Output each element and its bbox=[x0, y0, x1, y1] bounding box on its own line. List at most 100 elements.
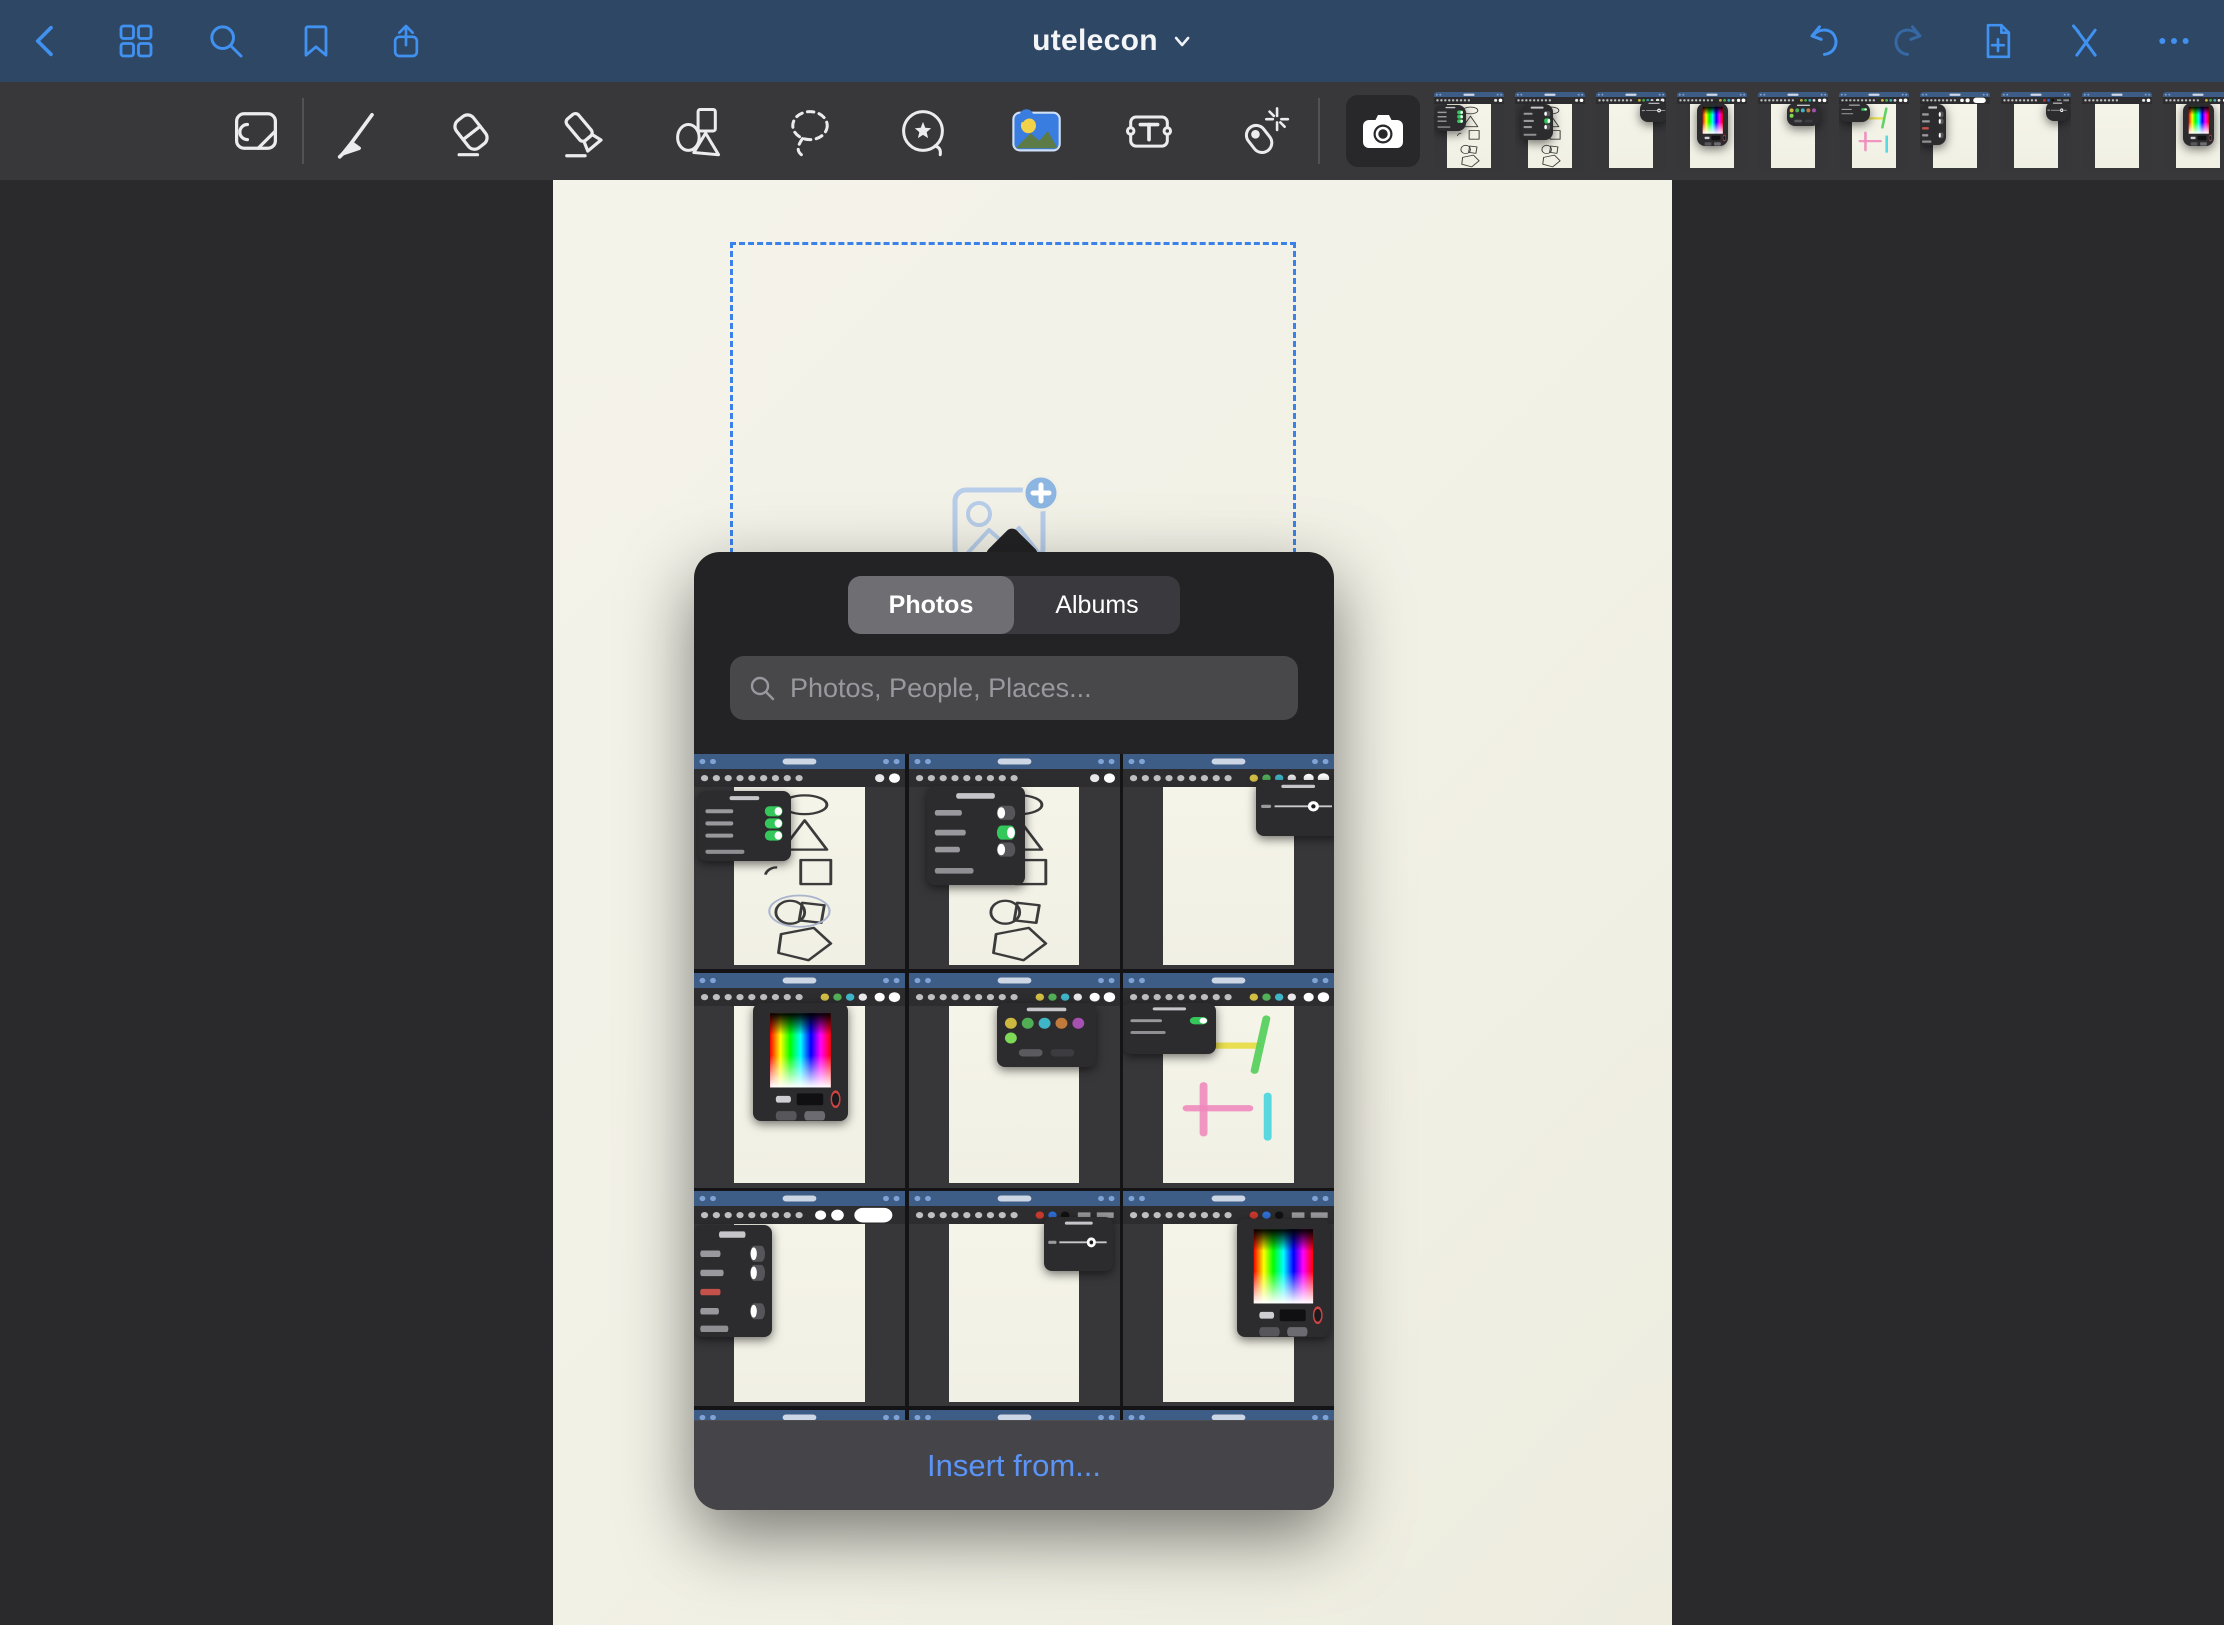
share-button[interactable] bbox=[386, 21, 426, 61]
bookmark-icon bbox=[296, 21, 336, 61]
page-thumbnail-7[interactable] bbox=[1920, 92, 1990, 170]
camera-icon bbox=[1357, 105, 1409, 157]
tool-bar bbox=[0, 82, 2224, 180]
tool-laser-pointer[interactable] bbox=[1234, 103, 1290, 159]
mini-popover-toggle-single bbox=[1839, 103, 1870, 122]
mini-popover-color-grid bbox=[753, 1003, 848, 1121]
shapes-icon bbox=[669, 103, 725, 159]
tools-group bbox=[330, 103, 1290, 159]
mini-screenshot bbox=[1123, 1191, 1334, 1406]
elements-icon bbox=[895, 103, 951, 159]
share-icon bbox=[386, 21, 426, 61]
mini-screenshot bbox=[909, 1191, 1120, 1406]
text-icon bbox=[1121, 103, 1177, 159]
tool-shapes[interactable] bbox=[669, 103, 725, 159]
bookmark-button[interactable] bbox=[296, 21, 336, 61]
photo-thumbnail-1[interactable] bbox=[694, 754, 905, 969]
mini-popover-slider bbox=[2046, 101, 2069, 121]
toolbar-divider bbox=[302, 98, 304, 164]
mini-popover-toggle-single bbox=[1123, 1003, 1216, 1055]
tool-pen[interactable] bbox=[330, 103, 386, 159]
mini-navbar bbox=[1123, 1191, 1334, 1206]
mini-screenshot bbox=[694, 754, 905, 969]
search-input[interactable] bbox=[788, 672, 1280, 705]
photo-thumbnail-3[interactable] bbox=[1123, 754, 1334, 969]
laser-pointer-icon bbox=[1234, 103, 1290, 159]
search-icon bbox=[748, 674, 776, 702]
mini-popover-slider bbox=[1256, 780, 1334, 836]
navbar-left-group bbox=[0, 21, 426, 61]
mini-screenshot bbox=[1434, 92, 1504, 170]
photo-thumbnail-8[interactable] bbox=[909, 1191, 1120, 1406]
tool-text[interactable] bbox=[1121, 103, 1177, 159]
page-thumbnail-4[interactable] bbox=[1677, 92, 1747, 170]
camera-button[interactable] bbox=[1346, 95, 1420, 167]
mini-screenshot bbox=[1123, 754, 1334, 969]
mini-page bbox=[2095, 104, 2138, 168]
page-thumbnail-3[interactable] bbox=[1596, 92, 1666, 170]
page-thumbnail-5[interactable] bbox=[1758, 92, 1828, 170]
back-button[interactable] bbox=[26, 21, 66, 61]
thumbnails-grid-button[interactable] bbox=[116, 21, 156, 61]
mini-popover-color-grid bbox=[1237, 1219, 1330, 1337]
photo-thumbnail-2[interactable] bbox=[909, 754, 1120, 969]
add-page-icon bbox=[1978, 21, 2018, 61]
mini-toolbar bbox=[909, 769, 1120, 787]
chevron-down-icon bbox=[1172, 31, 1192, 51]
tool-lasso[interactable] bbox=[782, 103, 838, 159]
mini-screenshot bbox=[1839, 92, 1909, 170]
insert-from-button[interactable]: Insert from... bbox=[921, 1447, 1107, 1485]
photo-thumbnail-9[interactable] bbox=[1123, 1191, 1334, 1406]
popover-footer: Insert from... bbox=[694, 1420, 1334, 1510]
redo-button[interactable] bbox=[1890, 21, 1930, 61]
document-title-button[interactable]: utelecon bbox=[1032, 0, 1192, 82]
undo-icon bbox=[1802, 21, 1842, 61]
page-thumbnail-1[interactable] bbox=[1434, 92, 1504, 170]
tool-image[interactable] bbox=[1008, 103, 1064, 159]
mini-screenshot bbox=[2001, 92, 2071, 170]
mini-screenshot bbox=[1758, 92, 1828, 170]
add-page-button[interactable] bbox=[1978, 21, 2018, 61]
navbar-right-group bbox=[1802, 21, 2224, 61]
photo-thumbnail-5[interactable] bbox=[909, 973, 1120, 1188]
back-icon bbox=[26, 21, 66, 61]
top-navigation-bar: utelecon bbox=[0, 0, 2224, 82]
redo-icon bbox=[1890, 21, 1930, 61]
mini-popover-toggles-mixed bbox=[1521, 104, 1553, 140]
tool-read-only-mode[interactable] bbox=[228, 103, 284, 159]
mini-screenshot bbox=[1123, 973, 1334, 1188]
more-button[interactable] bbox=[2154, 21, 2194, 61]
page-thumbnail-8[interactable] bbox=[2001, 92, 2071, 170]
photo-search-field[interactable] bbox=[730, 656, 1298, 720]
mini-screenshot bbox=[909, 973, 1120, 1188]
mini-toolbar bbox=[694, 1206, 905, 1224]
photo-thumbnail-4[interactable] bbox=[694, 973, 905, 1188]
mini-popover-slider bbox=[1044, 1217, 1114, 1271]
tool-highlighter[interactable] bbox=[556, 103, 612, 159]
mini-toolbar bbox=[1920, 97, 1990, 104]
mini-navbar bbox=[694, 1191, 905, 1206]
undo-button[interactable] bbox=[1802, 21, 1842, 61]
page-thumbnail-9[interactable] bbox=[2082, 92, 2152, 170]
mini-screenshot bbox=[1596, 92, 1666, 170]
image-icon bbox=[1008, 103, 1064, 159]
photos-albums-segmented-control: Photos Albums bbox=[848, 576, 1180, 634]
search-button[interactable] bbox=[206, 21, 246, 61]
photos-popover: Photos Albums bbox=[694, 552, 1334, 1510]
mini-popover-toggles-green bbox=[698, 791, 791, 862]
tool-eraser[interactable] bbox=[443, 103, 499, 159]
tab-albums[interactable]: Albums bbox=[1014, 576, 1180, 634]
page-thumbnail-10[interactable] bbox=[2163, 92, 2224, 170]
photo-thumbnail-7[interactable] bbox=[694, 1191, 905, 1406]
mini-navbar bbox=[1123, 973, 1334, 988]
page-thumbnail-6[interactable] bbox=[1839, 92, 1909, 170]
scribble-cross-button[interactable] bbox=[2066, 21, 2106, 61]
mini-popover-toggles-green bbox=[1435, 105, 1466, 131]
tab-photos[interactable]: Photos bbox=[848, 576, 1014, 634]
page-thumbnail-2[interactable] bbox=[1515, 92, 1585, 170]
recent-photos-strip bbox=[1434, 92, 2224, 170]
tool-elements[interactable] bbox=[895, 103, 951, 159]
photo-thumbnail-6[interactable] bbox=[1123, 973, 1334, 1188]
highlighter-icon bbox=[556, 103, 612, 159]
thumbnails-grid-icon bbox=[116, 21, 156, 61]
